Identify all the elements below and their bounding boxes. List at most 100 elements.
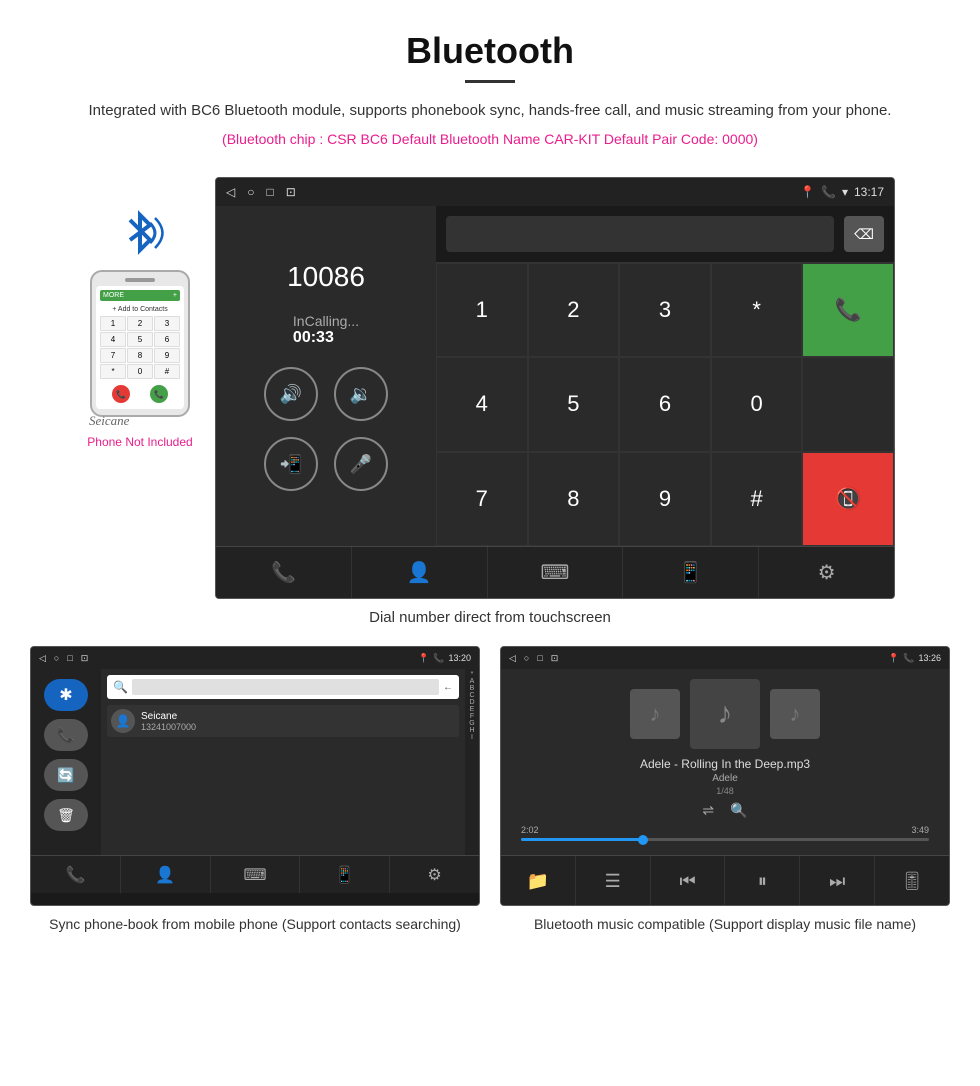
dialpad-key-zero[interactable]: 0 [711, 357, 803, 451]
dialpad-key-hash[interactable]: # [711, 452, 803, 546]
volume-up-btn[interactable]: 🔊 [264, 367, 318, 421]
pb-contact-phone: 13241007000 [141, 722, 196, 732]
music-track-info: Adele - Rolling In the Deep.mp3 Adele 1/… [640, 757, 810, 796]
music-content: ♪ ♪ ♪ Adele - Rolling In the Deep.mp3 Ad… [501, 669, 949, 855]
call-buttons: 🔊 🔉 📲 🎤 [264, 367, 388, 491]
phone-end-btn: 📞 [112, 385, 130, 403]
page-title: Bluetooth [40, 30, 940, 72]
progress-times: 2:02 3:49 [521, 825, 929, 835]
dialpad-key-7[interactable]: 7 [436, 452, 528, 546]
music-note-left: ♪ [650, 701, 661, 727]
dialpad-key-4[interactable]: 4 [436, 357, 528, 451]
dialpad-key-3[interactable]: 3 [619, 263, 711, 357]
phone-screen: MORE + + Add to Contacts 1 2 3 4 5 6 7 8… [96, 286, 184, 409]
dialpad-key-2[interactable]: 2 [528, 263, 620, 357]
transfer-btn[interactable]: 📲 [264, 437, 318, 491]
pb-search-icon: 🔍 [113, 680, 128, 694]
music-nav-folder[interactable]: 📁 [501, 856, 576, 906]
bluetooth-specs: (Bluetooth chip : CSR BC6 Default Blueto… [40, 131, 940, 147]
progress-bar[interactable] [521, 838, 929, 841]
pb-alpha: * A B C D E F G H I [465, 669, 479, 855]
mute-btn[interactable]: 🎤 [334, 437, 388, 491]
progress-fill [521, 838, 643, 841]
caption-main: Dial number direct from touchscreen [0, 609, 980, 626]
pb-nav-settings[interactable]: ⚙ [390, 856, 479, 893]
dialpad-input-box[interactable] [446, 216, 834, 252]
music-caption: Bluetooth music compatible (Support disp… [500, 914, 950, 935]
dialpad-key-5[interactable]: 5 [528, 357, 620, 451]
dialpad-call-btn[interactable]: 📞 [802, 263, 894, 357]
dialpad-key-6[interactable]: 6 [619, 357, 711, 451]
pb-search-input[interactable] [132, 679, 439, 695]
music-nav-next[interactable]: ⏭ [800, 856, 875, 906]
dialpad-backspace-btn[interactable]: ⌫ [844, 216, 884, 252]
pb-nav-contacts[interactable]: 👤 [121, 856, 211, 893]
dialpad-key-1[interactable]: 1 [436, 263, 528, 357]
pb-content: ✱ 📞 🔄 🗑 🔍 ← 👤 Seicane 13 [31, 669, 479, 855]
phone-frame: MORE + + Add to Contacts 1 2 3 4 5 6 7 8… [90, 270, 190, 417]
music-bottom-nav: 📁 ☰ ⏮ ⏸ ⏭ 🎚 [501, 855, 949, 906]
dialpad-input-row: ⌫ [436, 206, 894, 263]
pb-nav-phone[interactable]: 📱 [300, 856, 390, 893]
pb-call-icon[interactable]: 📞 [44, 719, 88, 751]
page-description: Integrated with BC6 Bluetooth module, su… [40, 99, 940, 123]
dialpad-key-star[interactable]: * [711, 263, 803, 357]
call-left: 10086 InCalling... 00:33 🔊 🔉 📲 🎤 [216, 206, 436, 546]
car-bottom-nav: 📞 👤 ⌨ 📱 ⚙ [216, 546, 894, 598]
dialpad-key-8[interactable]: 8 [528, 452, 620, 546]
pb-caption: Sync phone-book from mobile phone (Suppo… [30, 914, 480, 935]
pb-nav-calls[interactable]: 📞 [31, 856, 121, 893]
pb-search-row: 🔍 ← [107, 675, 459, 699]
music-search-icon[interactable]: 🔍 [730, 802, 747, 819]
music-nav-eq[interactable]: 🎚 [875, 856, 949, 906]
pb-avatar: 👤 [111, 709, 135, 733]
title-underline [465, 80, 515, 83]
music-note-right: ♪ [790, 701, 801, 727]
phone-call-btn: 📞 [150, 385, 168, 403]
phone-mock: MORE + + Add to Contacts 1 2 3 4 5 6 7 8… [85, 197, 195, 449]
car-status-time: 13:17 [854, 185, 884, 199]
pb-bluetooth-icon: ✱ [44, 679, 88, 711]
music-nav-play[interactable]: ⏸ [725, 856, 800, 906]
pb-delete-icon[interactable]: 🗑 [44, 799, 88, 831]
pb-status-time: 13:20 [448, 653, 471, 663]
music-nav-prev[interactable]: ⏮ [651, 856, 726, 906]
dialpad-area: ⌫ 1 2 3 * 📞 4 5 6 0 7 8 [436, 206, 894, 546]
music-screen: ◁ ○ □ ⊡ 📍 📞 13:26 ♪ ♪ [500, 646, 950, 906]
dialpad-endcall-btn[interactable]: 📵 [802, 452, 894, 546]
music-block: ◁ ○ □ ⊡ 📍 📞 13:26 ♪ ♪ [500, 646, 950, 935]
car-nav-calls[interactable]: 📞 [216, 547, 352, 598]
car-nav-contacts[interactable]: 👤 [352, 547, 488, 598]
pb-bottom-nav: 📞 👤 ⌨ 📱 ⚙ [31, 855, 479, 893]
phonebook-block: ◁ ○ □ ⊡ 📍 📞 13:20 ✱ 📞 🔄 🗑 [30, 646, 480, 935]
pb-sync-icon[interactable]: 🔄 [44, 759, 88, 791]
phone-screen-header: MORE + [100, 290, 180, 301]
album-art-right: ♪ [770, 689, 820, 739]
car-screen-wrapper: ◁ ○ □ ⊡ 📍 📞 ▾ 13:17 10086 InC [215, 177, 895, 599]
car-nav-settings[interactable]: ⚙ [759, 547, 894, 598]
track-name: Adele - Rolling In the Deep.mp3 [640, 757, 810, 771]
time-total: 3:49 [911, 825, 929, 835]
dialpad-key-9[interactable]: 9 [619, 452, 711, 546]
progress-area: 2:02 3:49 [511, 825, 939, 841]
pb-status-bar: ◁ ○ □ ⊡ 📍 📞 13:20 [31, 647, 479, 669]
car-nav-dialpad[interactable]: ⌨ [488, 547, 624, 598]
pb-main: 🔍 ← 👤 Seicane 13241007000 [101, 669, 465, 855]
car-status-bar: ◁ ○ □ ⊡ 📍 📞 ▾ 13:17 [216, 178, 894, 206]
volume-down-btn[interactable]: 🔉 [334, 367, 388, 421]
progress-dot [638, 835, 648, 845]
track-count: 1/48 [640, 786, 810, 796]
dialpad-empty [802, 357, 894, 451]
bluetooth-icon-container [85, 205, 195, 270]
pb-nav-dialpad[interactable]: ⌨ [211, 856, 301, 893]
album-art-main: ♪ [690, 679, 760, 749]
shuffle-icon[interactable]: ⇌ [702, 802, 714, 819]
call-number: 10086 [287, 261, 365, 293]
phonebook-screen: ◁ ○ □ ⊡ 📍 📞 13:20 ✱ 📞 🔄 🗑 [30, 646, 480, 906]
call-time: 00:33 [293, 329, 359, 347]
phone-not-included: Phone Not Included [85, 435, 195, 449]
music-nav-list[interactable]: ☰ [576, 856, 651, 906]
music-controls-row: ⇌ 🔍 [702, 802, 747, 819]
car-nav-phone[interactable]: 📱 [623, 547, 759, 598]
page-header: Bluetooth Integrated with BC6 Bluetooth … [0, 0, 980, 177]
